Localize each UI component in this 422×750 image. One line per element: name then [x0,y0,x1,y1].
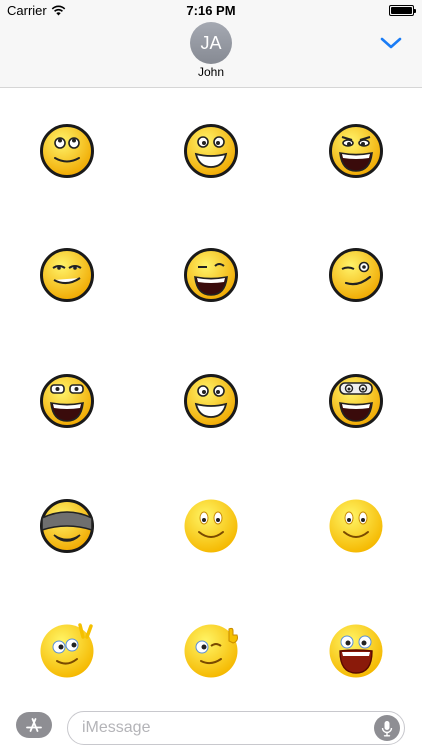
smiley-thumbs-up-wink-icon [184,624,238,678]
message-input-bar [0,700,422,750]
sticker-smiley-wide-grin[interactable] [183,123,239,179]
sticker-smiley-goggles-laugh[interactable] [328,373,384,429]
message-field[interactable] [67,711,405,745]
sticker-smiley-thumbs-up-wink[interactable] [183,623,239,679]
smiley-simple-smile-2-icon [329,499,383,553]
sticker-smiley-simple-smile-2[interactable] [328,498,384,554]
smiley-smirk-icon [40,248,94,302]
sticker-smiley-headband-grin[interactable] [39,498,95,554]
sticker-smiley-glasses-laugh[interactable] [39,373,95,429]
sticker-smiley-wink-laugh[interactable] [183,247,239,303]
sticker-smiley-peace-sign[interactable] [39,623,95,679]
app-store-icon [26,718,42,732]
message-input[interactable] [82,712,362,744]
smiley-looking-up-icon [40,124,94,178]
collapse-button[interactable] [380,36,402,50]
smiley-goggles-laugh-icon [329,374,383,428]
sticker-smiley-simple-smile[interactable] [183,498,239,554]
smiley-open-mouth-shout-icon [329,624,383,678]
smiley-wide-grin-icon [184,124,238,178]
battery-fill [391,7,412,14]
sticker-smiley-laughing-raised-brows[interactable] [328,123,384,179]
smiley-glasses-laugh-icon [40,374,94,428]
avatar[interactable]: JA [190,22,232,64]
chevron-down-icon [380,37,402,49]
app-store-button[interactable] [16,712,52,738]
status-bar: Carrier 7:16 PM [0,0,422,22]
smiley-wink-laugh-icon [184,248,238,302]
smiley-simple-smile-icon [184,499,238,553]
smiley-wink-smirk-icon [329,248,383,302]
microphone-icon [381,720,393,736]
microphone-button[interactable] [374,715,400,741]
sticker-smiley-big-eyes-grin[interactable] [183,373,239,429]
contact-name[interactable]: John [0,65,422,79]
status-time: 7:16 PM [186,3,236,18]
smiley-peace-sign-icon [40,623,94,678]
sticker-smiley-looking-up[interactable] [39,123,95,179]
sticker-smiley-smirk[interactable] [39,247,95,303]
smiley-headband-grin-icon [40,499,94,553]
sticker-grid [0,88,422,700]
conversation-header: JA John [0,22,422,88]
battery-icon [389,5,416,16]
sticker-smiley-wink-smirk[interactable] [328,247,384,303]
sticker-smiley-open-mouth-shout[interactable] [328,623,384,679]
smiley-big-eyes-grin-icon [184,374,238,428]
smiley-laughing-raised-brows-icon [329,124,383,178]
